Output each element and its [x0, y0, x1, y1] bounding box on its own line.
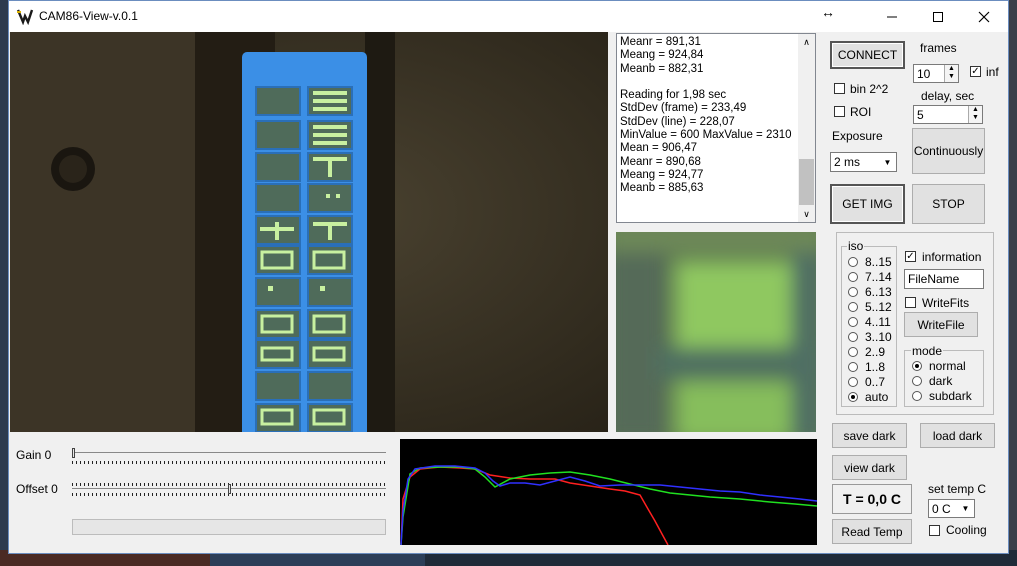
- maximize-icon: [933, 11, 943, 22]
- resize-arrows-icon: ↔: [821, 4, 835, 20]
- close-button[interactable]: [961, 1, 1007, 32]
- frames-spinbox[interactable]: 10 ▲ ▼: [913, 64, 959, 83]
- minimize-icon: [887, 16, 897, 17]
- exposure-label: Exposure: [832, 129, 883, 143]
- chevron-down-icon: ▼: [958, 501, 973, 516]
- frames-spin-arrows-icon[interactable]: ▲ ▼: [944, 65, 958, 82]
- stop-button[interactable]: STOP: [912, 184, 985, 224]
- delay-spinbox[interactable]: 5 ▲ ▼: [913, 105, 983, 124]
- scroll-up-icon[interactable]: ∧: [798, 34, 815, 50]
- iso-option-label: 5..12: [865, 300, 892, 314]
- delay-value: 5: [917, 108, 924, 122]
- zoom-preview: [616, 232, 816, 432]
- iso-radio-10[interactable]: [848, 392, 858, 402]
- log-text: Meanr = 891,31 Meang = 924,84 Meanb = 88…: [620, 36, 792, 195]
- save-dark-button[interactable]: save dark: [832, 423, 907, 448]
- mode-option-label: normal: [929, 359, 966, 373]
- iso-radio-4[interactable]: [848, 302, 858, 312]
- mode-radio-subdark[interactable]: [912, 391, 922, 401]
- scroll-down-icon[interactable]: ∨: [798, 206, 815, 222]
- continuously-button[interactable]: Continuously: [912, 128, 985, 174]
- frames-value: 10: [917, 67, 931, 81]
- window-title: CAM86-View-v.0.1: [39, 9, 138, 23]
- iso-option-label: 0..7: [865, 375, 886, 389]
- title-bar[interactable]: CAM86-View-v.0.1 ↔: [9, 1, 1008, 32]
- iso-label: iso: [847, 239, 865, 253]
- cooling-checkbox[interactable]: [929, 525, 940, 536]
- exposure-value: 2 ms: [834, 155, 861, 169]
- app-window: CAM86-View-v.0.1 ↔ Meanr = 891,31 Meang …: [8, 0, 1009, 554]
- iso-radio-2[interactable]: [848, 272, 858, 282]
- inf-label: inf: [986, 65, 999, 79]
- gain-ticks: [72, 461, 386, 464]
- delay-label: delay, sec: [921, 89, 975, 103]
- mode-radio-dark[interactable]: [912, 376, 922, 386]
- mode-option-label: dark: [929, 374, 953, 388]
- exposure-select[interactable]: 2 ms ▼: [830, 152, 897, 172]
- close-icon: [978, 11, 990, 22]
- information-checkbox[interactable]: ✓: [905, 251, 916, 262]
- bin-label: bin 2^2: [850, 82, 889, 96]
- mode-radio-normal[interactable]: [912, 361, 922, 371]
- gain-label: Gain 0: [16, 448, 52, 462]
- cooling-label: Cooling: [946, 523, 987, 537]
- progress-bar: [72, 519, 386, 535]
- set-temp-value: 0 C: [932, 502, 951, 516]
- iso-radio-3[interactable]: [848, 287, 858, 297]
- writefits-label: WriteFits: [922, 296, 970, 310]
- information-label: information: [922, 250, 982, 264]
- camera-image[interactable]: [10, 32, 608, 432]
- gain-track: [72, 452, 386, 453]
- histogram-plot: [400, 439, 817, 545]
- roi-label: ROI: [850, 105, 872, 119]
- iso-option-label: 3..10: [865, 330, 892, 344]
- iso-option-label: 7..14: [865, 270, 892, 284]
- inf-checkbox[interactable]: ✓: [970, 66, 981, 77]
- offset-label: Offset 0: [16, 482, 58, 496]
- connect-button[interactable]: CONNECT: [830, 41, 905, 69]
- iso-option-label: 1..8: [865, 360, 886, 374]
- mode-label: mode: [911, 344, 944, 358]
- get-img-button[interactable]: GET IMG: [830, 184, 905, 224]
- minimize-button[interactable]: [869, 1, 915, 32]
- writefits-checkbox[interactable]: [905, 297, 916, 308]
- log-textarea[interactable]: Meanr = 891,31 Meang = 924,84 Meanb = 88…: [616, 33, 816, 223]
- set-temp-label: set temp C: [928, 482, 987, 496]
- gain-thumb[interactable]: [72, 448, 75, 458]
- chevron-down-icon: ▼: [880, 154, 895, 170]
- maximize-button[interactable]: [915, 1, 961, 32]
- delay-spin-arrows-icon[interactable]: ▲ ▼: [968, 106, 982, 123]
- iso-option-label: auto: [865, 390, 889, 404]
- iso-radio-6[interactable]: [848, 332, 858, 342]
- iso-option-label: 2..9: [865, 345, 886, 359]
- iso-option-label: 8..15: [865, 255, 892, 269]
- iso-radio-5[interactable]: [848, 317, 858, 327]
- iso-option-label: 4..11: [865, 315, 891, 329]
- iso-option-label: 6..13: [865, 285, 892, 299]
- iso-radio-1[interactable]: [848, 257, 858, 267]
- view-dark-button[interactable]: view dark: [832, 455, 907, 480]
- read-temp-button[interactable]: Read Temp: [832, 519, 912, 544]
- filename-input[interactable]: FileName: [904, 269, 984, 289]
- load-dark-button[interactable]: load dark: [920, 423, 995, 448]
- scroll-thumb[interactable]: [799, 159, 814, 205]
- writefile-button[interactable]: WriteFile: [904, 312, 978, 337]
- iso-radio-8[interactable]: [848, 362, 858, 372]
- offset-thumb[interactable]: [227, 484, 231, 494]
- frames-label: frames: [920, 41, 957, 55]
- set-temp-select[interactable]: 0 C ▼: [928, 499, 975, 518]
- log-scrollbar[interactable]: ∧ ∨: [798, 34, 815, 222]
- app-logo-icon: [16, 9, 34, 25]
- roi-checkbox[interactable]: [834, 106, 845, 117]
- mode-option-label: subdark: [929, 389, 972, 403]
- temperature-display: T = 0,0 C: [832, 484, 912, 514]
- iso-radio-9[interactable]: [848, 377, 858, 387]
- iso-radio-7[interactable]: [848, 347, 858, 357]
- bin-checkbox[interactable]: [834, 83, 845, 94]
